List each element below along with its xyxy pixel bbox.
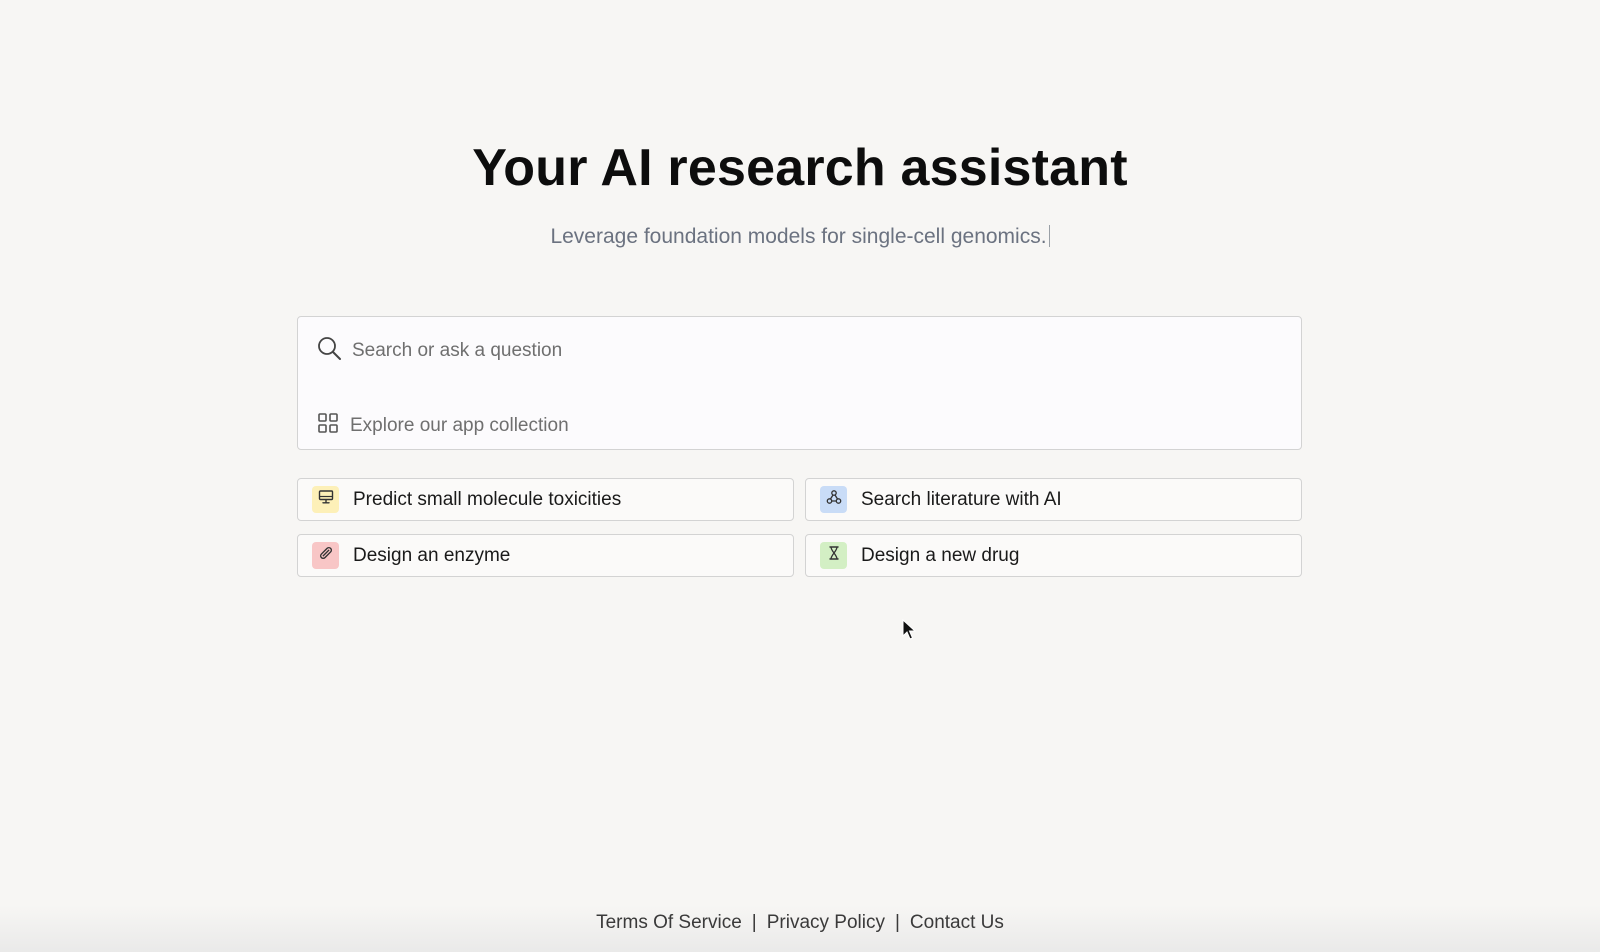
- suggestion-label: Search literature with AI: [861, 488, 1062, 510]
- explore-apps-label: Explore our app collection: [350, 414, 569, 436]
- mouse-cursor-icon: [902, 618, 917, 646]
- suggestion-predict-toxicities[interactable]: Predict small molecule toxicities: [297, 478, 794, 521]
- footer-separator: |: [751, 912, 757, 933]
- suggestion-badge: [312, 486, 339, 513]
- search-box[interactable]: Explore our app collection: [297, 316, 1302, 450]
- grid-icon: [318, 413, 338, 438]
- contact-us-link[interactable]: Contact Us: [910, 912, 1004, 933]
- search-icon: [316, 335, 342, 366]
- suggestion-label: Design a new drug: [861, 544, 1020, 566]
- subtitle-text: Leverage foundation models for single-ce…: [550, 225, 1047, 248]
- explore-apps-link[interactable]: Explore our app collection: [318, 413, 569, 438]
- suggestion-search-literature[interactable]: Search literature with AI: [805, 478, 1302, 521]
- terms-of-service-link[interactable]: Terms Of Service: [596, 912, 742, 933]
- suggestion-grid: Predict small molecule toxicities Search…: [297, 478, 1302, 577]
- suggestion-label: Predict small molecule toxicities: [353, 488, 622, 510]
- suggestion-label: Design an enzyme: [353, 544, 511, 566]
- text-caret: [1048, 225, 1050, 247]
- suggestion-badge: [312, 542, 339, 569]
- hourglass-icon: [826, 545, 842, 566]
- suggestion-design-drug[interactable]: Design a new drug: [805, 534, 1302, 577]
- suggestion-badge: [820, 542, 847, 569]
- footer: Terms Of Service | Privacy Policy | Contact …: [0, 912, 1600, 934]
- monitor-icon: [318, 489, 334, 510]
- search-row: [316, 335, 1252, 366]
- suggestion-design-enzyme[interactable]: Design an enzyme: [297, 534, 794, 577]
- webhook-icon: [826, 489, 842, 510]
- privacy-policy-link[interactable]: Privacy Policy: [767, 912, 885, 933]
- page-subtitle: Leverage foundation models for single-ce…: [0, 225, 1600, 249]
- pill-icon: [318, 545, 334, 566]
- suggestion-badge: [820, 486, 847, 513]
- page-title: Your AI research assistant: [472, 139, 1128, 197]
- footer-separator: |: [894, 912, 900, 933]
- search-input[interactable]: [352, 339, 1252, 362]
